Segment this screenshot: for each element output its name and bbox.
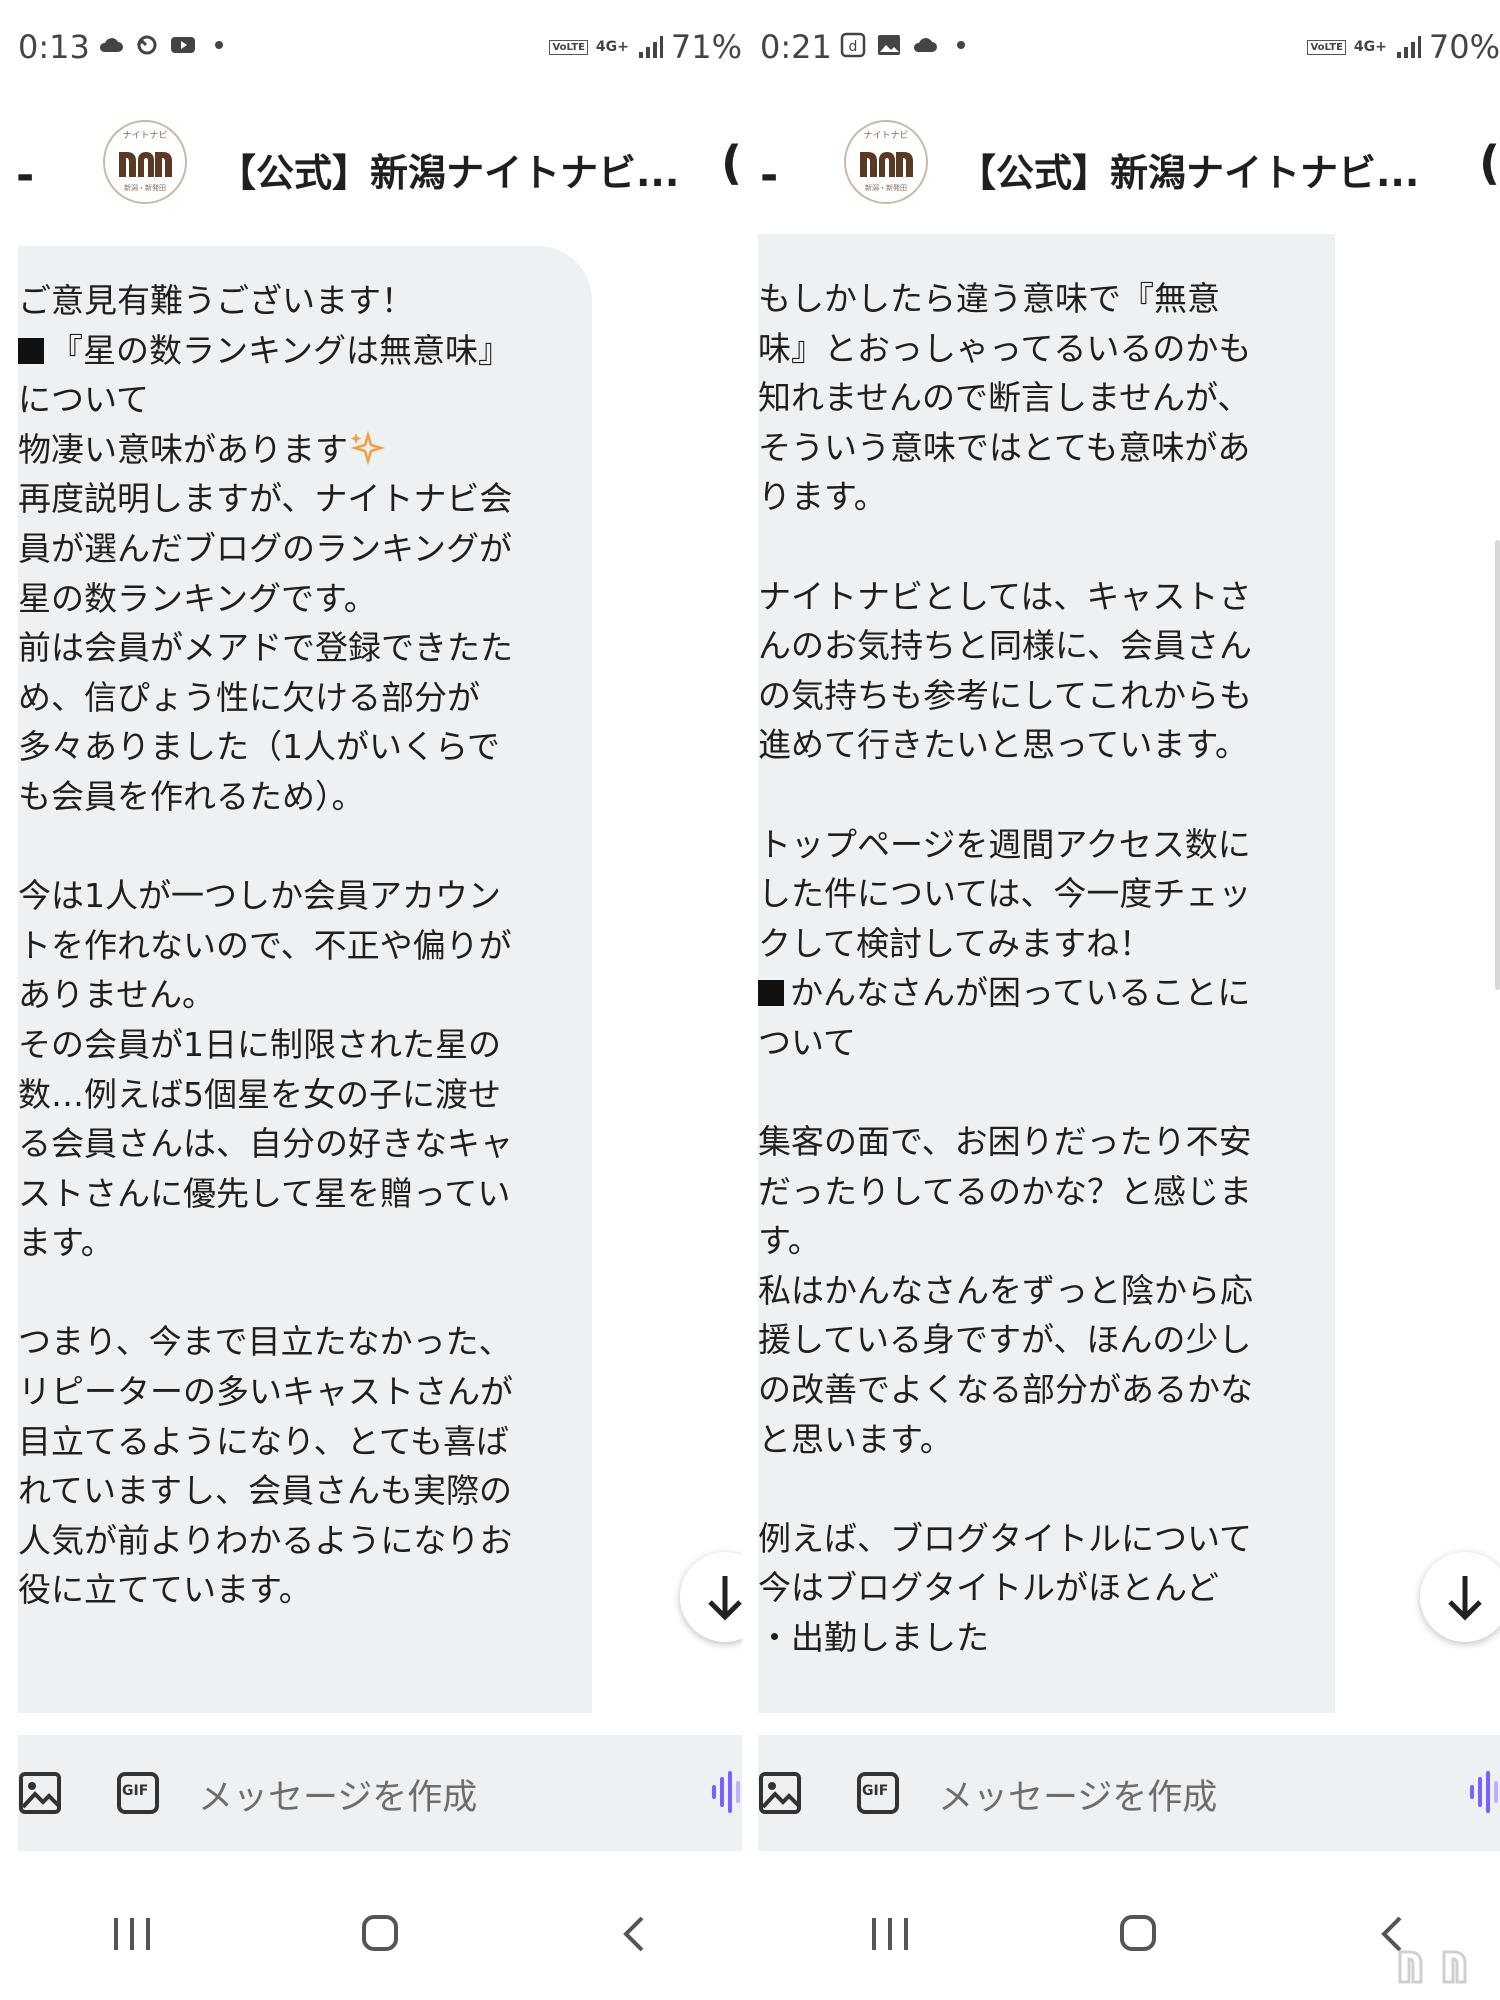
screenshot-panel-right: 0:21 d VoLTE 4G+ 70% - ナイトナビ 新潟・新発田 【公式】… bbox=[758, 0, 1500, 2000]
arrow-down-icon bbox=[1448, 1576, 1482, 1621]
scroll-down-button[interactable] bbox=[1420, 1552, 1500, 1642]
nightnavi-logo-icon: ナイトナビ 新潟・新発田 bbox=[119, 130, 172, 192]
message-text: もしかしたら違う意味で『無意 味』とおっしゃってるいるのかも 知れませんので断言… bbox=[758, 279, 1253, 1658]
message-composer: GIF メッセージを作成 bbox=[758, 1735, 1500, 1851]
screenshot-panel-left: 0:13 VoLTE 4G+ 71% - ナイトナビ 新潟・新発田 【公式】新潟… bbox=[0, 0, 742, 2000]
watermark-icon bbox=[1398, 1950, 1467, 1984]
image-icon[interactable] bbox=[18, 1771, 62, 1815]
volte-icon: VoLTE bbox=[549, 39, 588, 55]
scroll-down-button[interactable] bbox=[680, 1552, 742, 1642]
status-bar: 0:21 d VoLTE 4G+ 70% bbox=[760, 22, 1500, 82]
svg-text:ナイトナビ: ナイトナビ bbox=[863, 130, 908, 141]
cloud-icon bbox=[99, 38, 123, 52]
battery-percent: 71% bbox=[670, 28, 742, 66]
network-type: 4G+ bbox=[1353, 39, 1387, 55]
image-icon[interactable] bbox=[758, 1771, 802, 1815]
home-icon[interactable] bbox=[362, 1915, 398, 1951]
avatar[interactable]: ナイトナビ 新潟・新発田 bbox=[103, 120, 187, 204]
back-button[interactable]: - bbox=[760, 150, 778, 201]
chat-title[interactable]: 【公式】新潟ナイトナビ... bbox=[958, 142, 1419, 197]
sparkles-icon bbox=[350, 430, 386, 466]
recent-apps-icon[interactable] bbox=[112, 1916, 152, 1952]
network-type: 4G+ bbox=[595, 39, 629, 55]
cloud-icon bbox=[913, 38, 937, 52]
system-nav-bar bbox=[0, 1900, 742, 1970]
youtube-icon bbox=[171, 37, 195, 53]
chat-header: - ナイトナビ 新潟・新発田 【公式】新潟ナイトナビ... ( bbox=[0, 120, 742, 210]
recent-apps-icon[interactable] bbox=[870, 1916, 910, 1952]
voice-input-icon[interactable] bbox=[1468, 1767, 1498, 1817]
back-button[interactable]: - bbox=[16, 150, 34, 201]
d-icon: d bbox=[840, 32, 866, 58]
svg-text:d: d bbox=[849, 39, 858, 55]
volte-icon: VoLTE bbox=[1307, 39, 1346, 55]
system-nav-bar bbox=[758, 1900, 1500, 1970]
gallery-icon bbox=[878, 35, 900, 55]
status-time: 0:13 bbox=[18, 28, 90, 66]
svg-text:新潟・新発田: 新潟・新発田 bbox=[124, 183, 166, 192]
dot-icon bbox=[957, 41, 965, 49]
header-more[interactable]: ( bbox=[1479, 136, 1500, 190]
voice-input-icon[interactable] bbox=[710, 1767, 740, 1817]
arrow-down-icon bbox=[708, 1576, 742, 1621]
message-composer: GIF メッセージを作成 bbox=[18, 1735, 742, 1851]
message-input[interactable]: メッセージを作成 bbox=[938, 1769, 1217, 1820]
status-bar: 0:13 VoLTE 4G+ 71% bbox=[18, 22, 742, 82]
dot-icon bbox=[215, 41, 223, 49]
watermark-logo bbox=[1392, 1930, 1492, 1994]
home-icon[interactable] bbox=[1120, 1915, 1156, 1951]
gif-button[interactable]: GIF bbox=[856, 1771, 900, 1819]
status-time: 0:21 bbox=[760, 28, 832, 66]
svg-text:新潟・新発田: 新潟・新発田 bbox=[865, 183, 907, 192]
message-text: ご意見有難うございます！ 『星の数ランキングは無意味』 について 物凄い意味があ… bbox=[18, 281, 513, 1610]
chat-title[interactable]: 【公式】新潟ナイトナビ... bbox=[218, 142, 679, 197]
signal-icon bbox=[638, 36, 663, 58]
back-icon[interactable] bbox=[618, 1914, 648, 1954]
black-square-icon bbox=[18, 337, 44, 364]
nightnavi-logo-icon: ナイトナビ 新潟・新発田 bbox=[860, 130, 913, 192]
avatar[interactable]: ナイトナビ 新潟・新発田 bbox=[844, 120, 928, 204]
scrollbar[interactable] bbox=[1495, 540, 1500, 990]
gif-button[interactable]: GIF bbox=[116, 1771, 160, 1819]
battery-percent: 70% bbox=[1428, 28, 1500, 66]
header-more[interactable]: ( bbox=[721, 136, 742, 190]
svg-text:ナイトナビ: ナイトナビ bbox=[122, 130, 167, 141]
signal-icon bbox=[1396, 36, 1421, 58]
message-input[interactable]: メッセージを作成 bbox=[198, 1769, 477, 1820]
message-bubble: もしかしたら違う意味で『無意 味』とおっしゃってるいるのかも 知れませんので断言… bbox=[758, 234, 1335, 1713]
black-square-icon bbox=[758, 980, 784, 1007]
message-bubble: ご意見有難うございます！ 『星の数ランキングは無意味』 について 物凄い意味があ… bbox=[18, 246, 592, 1713]
chat-header: - ナイトナビ 新潟・新発田 【公式】新潟ナイトナビ... ( bbox=[758, 120, 1500, 210]
sync-icon bbox=[136, 35, 157, 55]
